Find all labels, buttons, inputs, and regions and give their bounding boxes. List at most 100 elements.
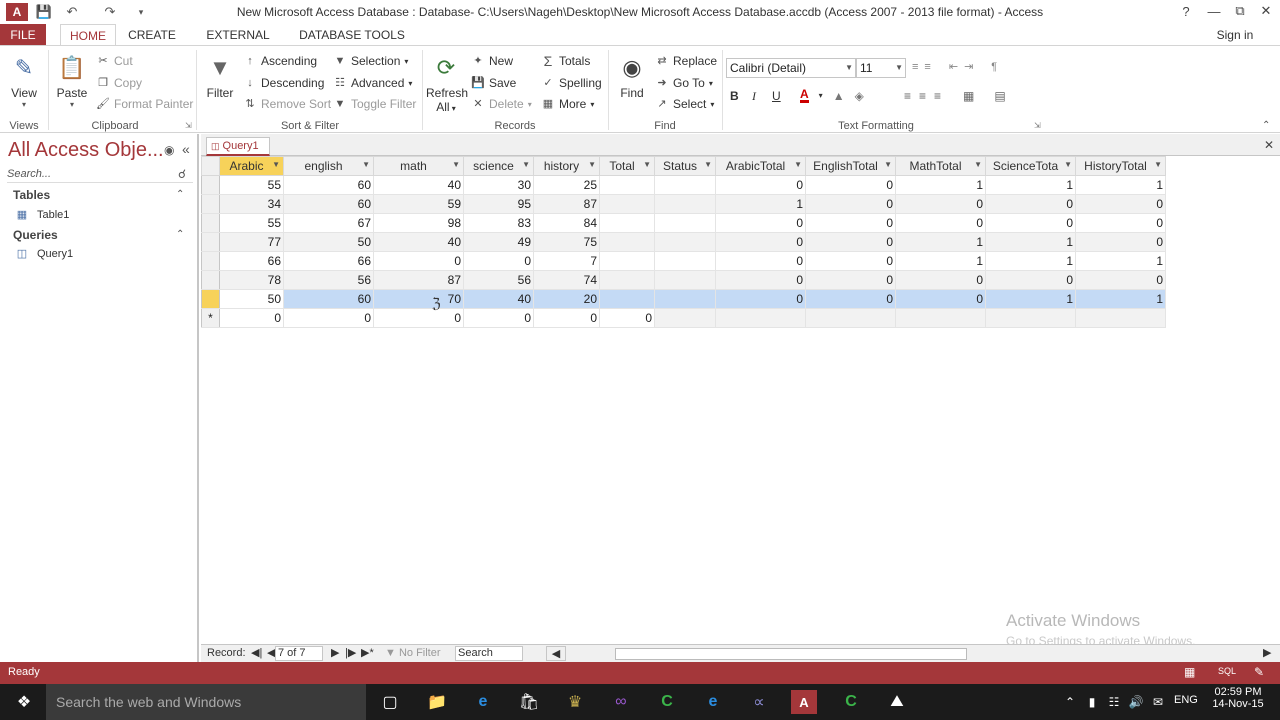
- table-cell[interactable]: 66: [283, 251, 374, 271]
- format-painter-button[interactable]: 🖌 Format Painter: [96, 97, 193, 111]
- record-search-input[interactable]: Search: [455, 646, 523, 661]
- column-header[interactable]: MathTotal ▼: [895, 156, 986, 176]
- table-row[interactable]: 50 60 70 40 20 0 0 0 1 1: [201, 289, 1166, 309]
- table-cell[interactable]: 59: [373, 194, 464, 214]
- table-cell[interactable]: 0: [985, 194, 1076, 214]
- chevron-down-icon[interactable]: ▼: [272, 160, 280, 169]
- bullets-icon[interactable]: ≡: [912, 61, 918, 73]
- record-position-input[interactable]: 7 of 7: [275, 646, 323, 661]
- underline-button[interactable]: U: [772, 89, 781, 103]
- dialog-launcher-icon[interactable]: ⇲: [185, 121, 192, 130]
- table-cell[interactable]: 0: [805, 232, 896, 252]
- numbering-icon[interactable]: ≡: [924, 61, 930, 73]
- network-icon[interactable]: ☷: [1102, 690, 1126, 714]
- table-cell[interactable]: 50: [219, 289, 284, 309]
- view-button[interactable]: ✎ View ▾: [6, 52, 42, 109]
- remove-sort-button[interactable]: ⇅ Remove Sort: [243, 97, 331, 111]
- close-document-icon[interactable]: ✕: [1264, 138, 1274, 152]
- table-row[interactable]: 78 56 87 56 74 0 0 0 0 0: [201, 270, 1166, 290]
- table-cell[interactable]: [805, 308, 896, 328]
- table-cell[interactable]: 87: [373, 270, 464, 290]
- tab-create[interactable]: CREATE: [124, 24, 180, 46]
- table-cell[interactable]: [654, 175, 716, 195]
- nav-item-query1[interactable]: ◫ Query1: [15, 247, 73, 261]
- goto-button[interactable]: ➜ Go To ▾: [655, 76, 712, 90]
- next-record-button[interactable]: ▶: [331, 646, 339, 659]
- table-cell[interactable]: [599, 251, 655, 271]
- chevron-down-icon[interactable]: ▾: [819, 91, 823, 100]
- table-cell[interactable]: 70: [373, 289, 464, 309]
- table-cell[interactable]: 67: [283, 213, 374, 233]
- table-cell[interactable]: 0: [805, 289, 896, 309]
- table-cell[interactable]: 0: [805, 175, 896, 195]
- table-cell[interactable]: 1: [985, 289, 1076, 309]
- taskbar-search-input[interactable]: Search the web and Windows: [46, 684, 366, 720]
- table-cell[interactable]: 0: [895, 194, 986, 214]
- chevron-down-icon[interactable]: ▼: [1064, 160, 1072, 169]
- table-cell[interactable]: 60: [283, 194, 374, 214]
- help-button[interactable]: ?: [1172, 0, 1200, 22]
- table-cell[interactable]: 84: [533, 213, 600, 233]
- chevron-down-icon[interactable]: ▼: [362, 160, 370, 169]
- table-cell[interactable]: 0: [895, 213, 986, 233]
- table-cell[interactable]: [1075, 308, 1166, 328]
- paragraph-icon[interactable]: ¶: [991, 61, 997, 73]
- table-cell[interactable]: 0: [533, 308, 600, 328]
- table-cell[interactable]: [654, 194, 716, 214]
- table-cell[interactable]: 0: [805, 270, 896, 290]
- copy-button[interactable]: ❐ Copy: [96, 76, 142, 90]
- chevron-down-icon[interactable]: ▼: [974, 160, 982, 169]
- table-cell[interactable]: 83: [463, 213, 534, 233]
- last-record-button[interactable]: |▶: [345, 646, 356, 659]
- datasheet-view-icon[interactable]: ▦: [1184, 665, 1195, 679]
- table-cell[interactable]: 0: [895, 270, 986, 290]
- font-size-combo[interactable]: 11 ▼: [856, 58, 906, 78]
- record-selector[interactable]: [201, 289, 220, 309]
- table-cell[interactable]: 0: [715, 213, 806, 233]
- column-header[interactable]: EnglishTotal ▼: [805, 156, 896, 176]
- table-cell[interactable]: 1: [1075, 289, 1166, 309]
- table-cell[interactable]: [654, 289, 716, 309]
- table-row[interactable]: 55 60 40 30 25 0 0 1 1 1: [201, 175, 1166, 195]
- table-cell[interactable]: 0: [1075, 232, 1166, 252]
- table-cell[interactable]: 50: [283, 232, 374, 252]
- table-cell[interactable]: 0: [1075, 194, 1166, 214]
- new-record-row[interactable]: * 0 0 0 0 0 0: [201, 308, 1166, 328]
- table-cell[interactable]: 1: [1075, 175, 1166, 195]
- close-button[interactable]: ✕: [1252, 0, 1280, 22]
- table-cell[interactable]: [654, 270, 716, 290]
- table-row[interactable]: 77 50 40 49 75 0 0 1 1 0: [201, 232, 1166, 252]
- notifications-icon[interactable]: ✉: [1146, 690, 1170, 714]
- table-cell[interactable]: 0: [985, 213, 1076, 233]
- photos-icon[interactable]: ⛰: [885, 690, 909, 714]
- table-cell[interactable]: 0: [599, 308, 655, 328]
- collapse-ribbon-icon[interactable]: ⌃: [1262, 120, 1270, 131]
- select-all-cell[interactable]: [201, 156, 220, 176]
- collapse-nav-icon[interactable]: «: [182, 141, 190, 157]
- new-record-nav-button[interactable]: ▶*: [361, 646, 374, 659]
- table-cell[interactable]: 66: [219, 251, 284, 271]
- table-cell[interactable]: [985, 308, 1076, 328]
- game-app-icon[interactable]: ♛: [563, 690, 587, 714]
- table-cell[interactable]: 0: [463, 308, 534, 328]
- cut-button[interactable]: ✂ Cut: [96, 54, 132, 68]
- table-row[interactable]: 55 67 98 83 84 0 0 0 0 0: [201, 213, 1166, 233]
- table-cell[interactable]: 0: [1075, 270, 1166, 290]
- sign-in-link[interactable]: Sign in: [1210, 24, 1260, 46]
- fill-color-icon[interactable]: ◈: [855, 89, 864, 103]
- table-cell[interactable]: 0: [715, 270, 806, 290]
- font-name-combo[interactable]: Calibri (Detail) ▼: [726, 58, 856, 78]
- taskbar-clock[interactable]: 02:59 PM 14-Nov-15: [1210, 686, 1266, 710]
- table-cell[interactable]: [599, 289, 655, 309]
- replace-button[interactable]: ⇄ Replace: [655, 54, 717, 68]
- camtasia-recorder-icon[interactable]: C: [839, 690, 863, 714]
- tab-database-tools[interactable]: DATABASE TOOLS: [298, 24, 406, 46]
- table-cell[interactable]: 0: [373, 308, 464, 328]
- nav-item-table1[interactable]: ▦ Table1: [15, 208, 70, 222]
- column-header[interactable]: english ▼: [283, 156, 374, 176]
- visual-studio-icon[interactable]: ∞: [609, 690, 633, 714]
- increase-indent-icon[interactable]: ⇥: [964, 60, 973, 73]
- table-row[interactable]: 66 66 0 0 7 0 0 1 1 1: [201, 251, 1166, 271]
- table-cell[interactable]: 40: [373, 175, 464, 195]
- table-cell[interactable]: 1: [985, 251, 1076, 271]
